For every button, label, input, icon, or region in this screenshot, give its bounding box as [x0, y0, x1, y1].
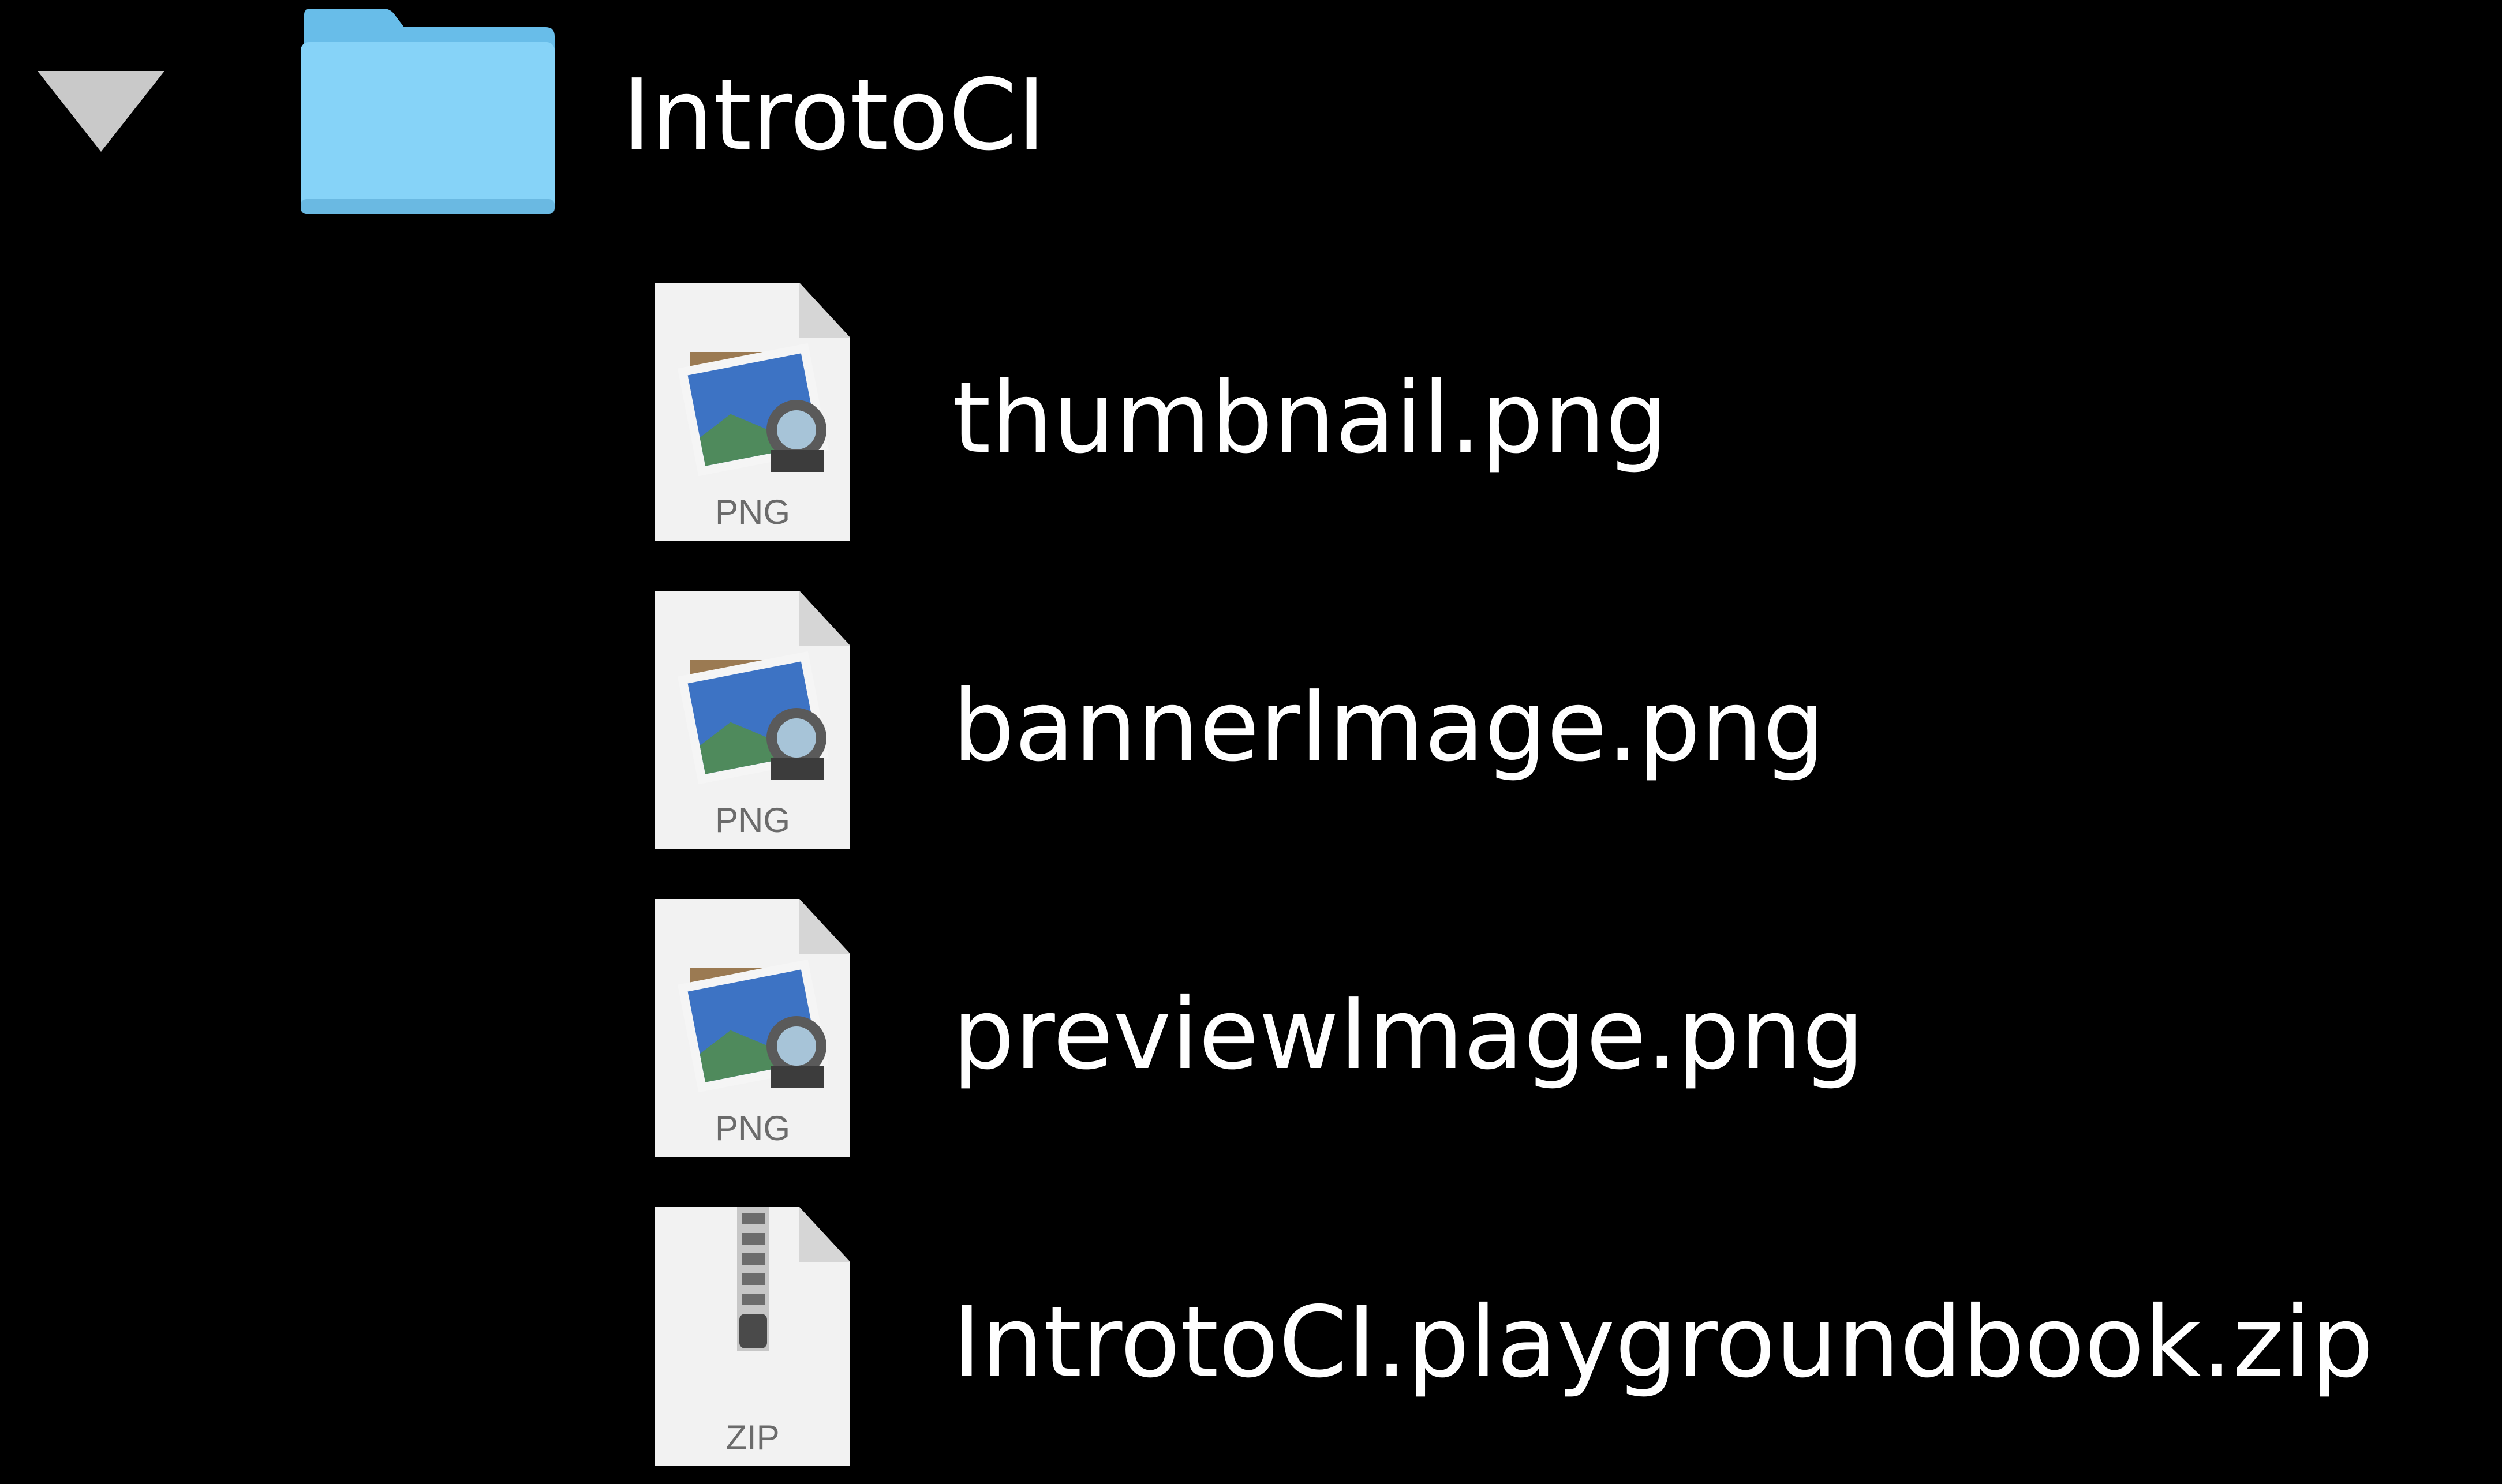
png-file-icon: PNG [655, 591, 850, 849]
file-name[interactable]: IntrotoCI.playgroundbook.zip [952, 1279, 2373, 1406]
file-name[interactable]: bannerImage.png [952, 663, 1825, 790]
file-row[interactable]: ZIP IntrotoCI.playgroundbook.zip [635, 1207, 2499, 1484]
file-name[interactable]: thumbnail.png [952, 355, 1668, 482]
file-type-label: PNG [715, 1109, 790, 1148]
disclosure-triangle-icon[interactable] [35, 68, 167, 155]
file-type-label: PNG [715, 801, 790, 840]
file-type-label: ZIP [725, 1418, 779, 1457]
folder-icon [301, 9, 555, 214]
folder-name[interactable]: IntrotoCI [622, 52, 1046, 179]
png-file-icon: PNG [655, 899, 850, 1157]
file-row[interactable]: PNG previewImage.png [635, 899, 2499, 1176]
zip-file-icon: ZIP [655, 1207, 850, 1466]
file-name[interactable]: previewImage.png [952, 971, 1864, 1098]
file-row[interactable]: PNG thumbnail.png [635, 283, 2499, 560]
file-tree: IntrotoCI PNG thumbnail.png PNG bannerIm… [0, 0, 2502, 1466]
file-row[interactable]: PNG bannerImage.png [635, 591, 2499, 868]
folder-row-introtoci[interactable]: IntrotoCI [0, 0, 1270, 231]
file-type-label: PNG [715, 493, 790, 531]
png-file-icon: PNG [655, 283, 850, 541]
